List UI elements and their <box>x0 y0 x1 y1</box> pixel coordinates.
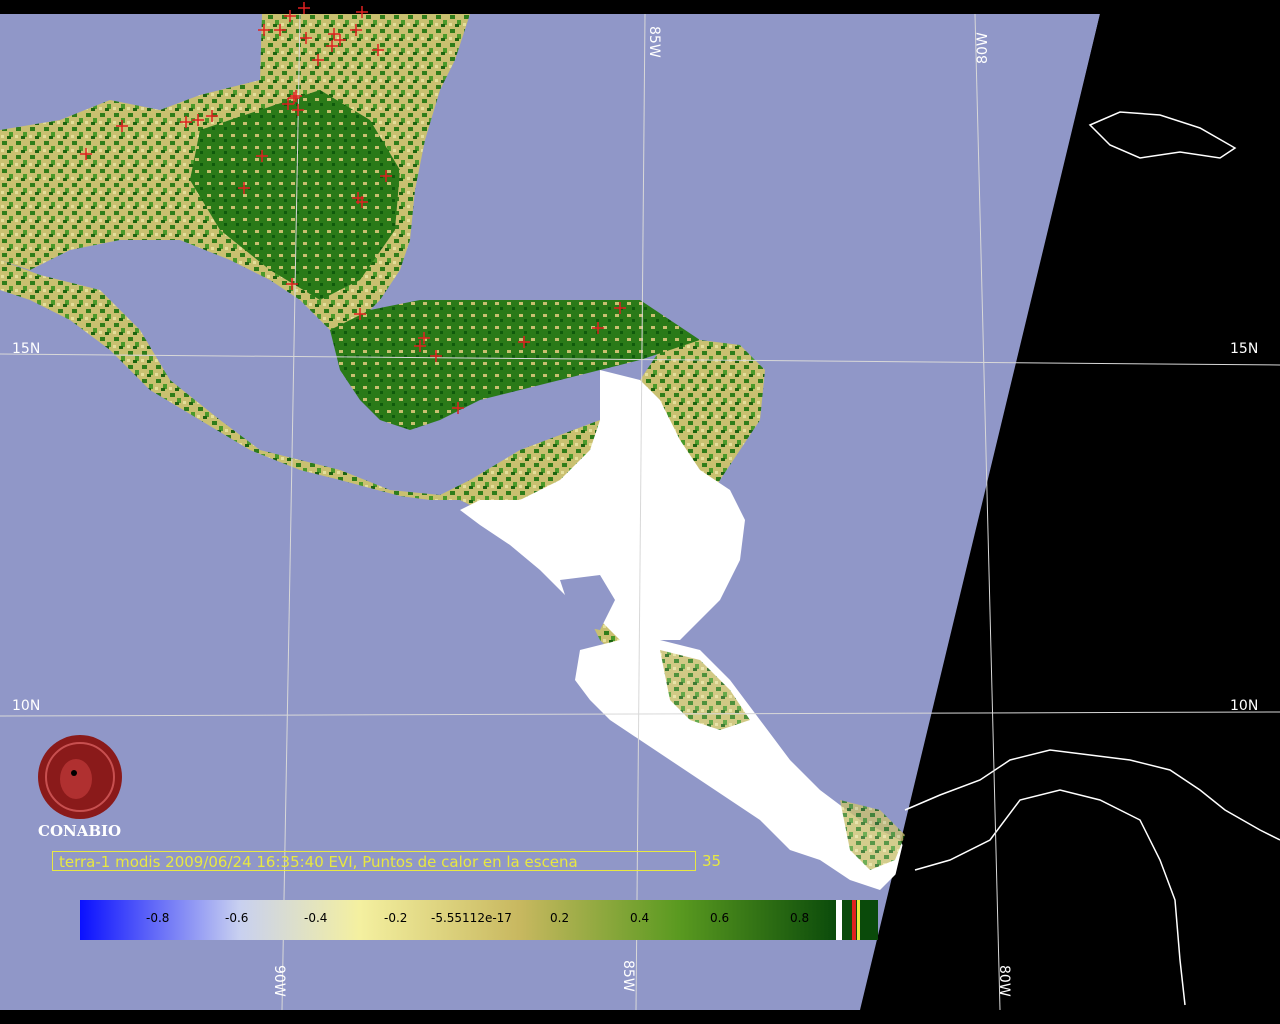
lat-label-10n-left: 10N <box>12 698 41 714</box>
colorbar-tick: -5.55112e-17 <box>431 911 512 925</box>
fire-count: 35 <box>702 852 722 870</box>
lat-label-15n-left: 15N <box>12 341 41 357</box>
conabio-logo-text: CONABIO <box>38 822 122 840</box>
scene-caption: terra-1 modis 2009/06/24 16:35:40 EVI, P… <box>52 851 696 871</box>
colorbar-tick: -0.8 <box>146 911 170 925</box>
conabio-emblem-icon <box>38 735 122 819</box>
colorbar-tick: 0.8 <box>790 911 810 925</box>
lon-label-85w-top: 85W <box>646 26 662 58</box>
colorbar-tick: 0.4 <box>630 911 650 925</box>
lon-label-80w-bottom: 80W <box>996 965 1012 997</box>
lon-label-85w-bottom: 85W <box>620 960 636 992</box>
colorbar-tick: -0.4 <box>304 911 328 925</box>
colorbar-tick: -0.2 <box>384 911 408 925</box>
top-frame <box>0 0 1280 14</box>
colorbar-tick: 0.2 <box>550 911 570 925</box>
colorbar-tick: -0.6 <box>225 911 249 925</box>
colorbar-marker-white <box>836 900 842 940</box>
colorbar-tick: 0.6 <box>710 911 730 925</box>
lat-label-15n-right: 15N <box>1230 341 1259 357</box>
colorbar-marker-yellow <box>857 900 860 940</box>
colorbar-marker-red <box>852 900 856 940</box>
lon-label-90w-bottom: 90W <box>271 965 287 997</box>
lat-label-10n-right: 10N <box>1230 698 1259 714</box>
bottom-frame <box>0 1010 1280 1024</box>
lon-label-80w-top: 80W <box>975 32 991 64</box>
